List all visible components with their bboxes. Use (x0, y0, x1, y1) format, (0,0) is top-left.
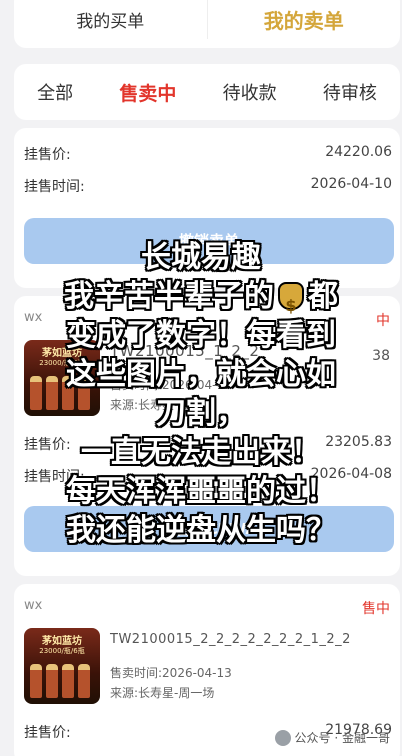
order-type-toggle: 我的买单 我的卖单 (14, 0, 400, 48)
tab-selling[interactable]: 售卖中 (119, 79, 176, 106)
caption-text: 都 (308, 279, 338, 314)
wechat-account-icon (274, 729, 291, 746)
time-label: 挂售时间: (24, 179, 85, 195)
price-value: 24220.06 (325, 144, 392, 160)
caption-line: 我辛苦半辈子的都 (8, 277, 394, 325)
bottle-icon (46, 664, 58, 698)
money-bag-icon (278, 282, 304, 325)
caption-line: 变成了数字！每看到 (66, 318, 336, 353)
item-code: TW2100015_2_2_2_2_2_2_2_1_2_2 (110, 632, 351, 647)
my-sell-orders-tab[interactable]: 我的卖单 (208, 5, 401, 34)
price-label: 挂售价: (24, 147, 71, 163)
source: 来源:长寿星-周一场 (110, 686, 215, 700)
my-buy-orders-tab[interactable]: 我的买单 (14, 7, 207, 32)
bottle-icon (62, 664, 74, 698)
tab-awaiting-payment[interactable]: 待收款 (223, 79, 277, 105)
status-badge: 售中 (362, 601, 390, 617)
status-tabs: 全部 售卖中 待收款 待审核 (14, 64, 400, 120)
order-number: wx (24, 598, 43, 613)
product-image: 茅如蓝坊 23000/瓶/6瓶 (24, 628, 100, 704)
tab-pending-review[interactable]: 待审核 (323, 79, 377, 105)
sold-time: 售卖时间:2026-04-13 (110, 666, 232, 680)
tab-all[interactable]: 全部 (37, 79, 73, 105)
bottle-icon (30, 664, 42, 698)
bottle-icon (78, 664, 90, 698)
watermark-text: 公众号 · 金融一哥 (294, 731, 390, 745)
price-row: 挂售价: 24220.06 (24, 144, 392, 164)
caption-line: 刀割， (156, 396, 246, 431)
caption-line: 长城易趣 (141, 240, 261, 275)
product-banner: 茅如蓝坊 (42, 636, 82, 647)
product-sub: 23000/瓶/6瓶 (39, 647, 85, 655)
caption-line: 每天浑浑噩噩的过！ (66, 474, 336, 509)
time-row: 挂售时间: 2026-04-10 (24, 176, 392, 196)
price-label: 挂售价: (24, 725, 71, 741)
watermark: 公众号 · 金融一哥 (274, 729, 390, 746)
caption-text: 我辛苦半辈子的 (64, 279, 274, 314)
caption-line: 我还能逆盘从生吗？ (66, 513, 336, 548)
caption-line: 一直无法走出来！ (81, 435, 321, 470)
caption-overlay: 长城易趣 我辛苦半辈子的都 变成了数字！每看到 这些图片，就会心如 刀割， 一直… (8, 238, 394, 550)
caption-line: 这些图片，就会心如 (66, 357, 336, 392)
time-value: 2026-04-10 (310, 176, 392, 192)
